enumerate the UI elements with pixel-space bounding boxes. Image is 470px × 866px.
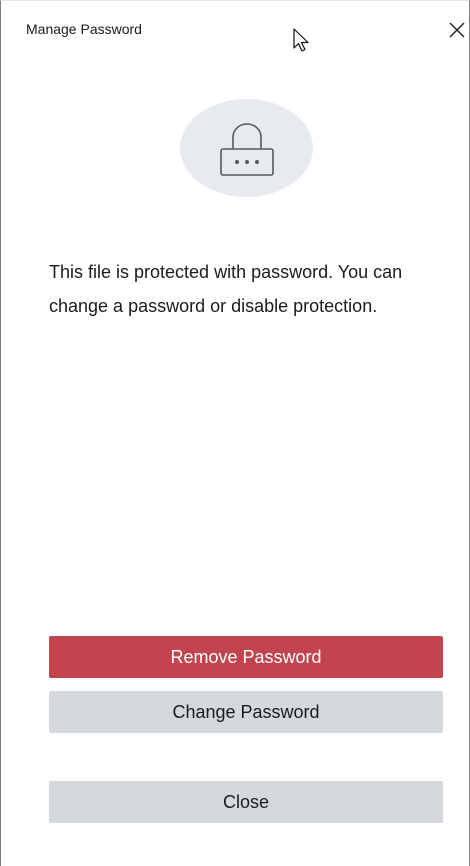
lock-icon-badge	[180, 99, 313, 197]
remove-password-button[interactable]: Remove Password	[49, 636, 443, 678]
manage-password-dialog: Manage Password This file is protected w…	[0, 0, 470, 866]
protection-message: This file is protected with password. Yo…	[49, 262, 403, 316]
dialog-title: Manage Password	[26, 21, 142, 37]
lock-icon	[220, 123, 274, 176]
close-button[interactable]: Close	[49, 781, 443, 823]
mouse-pointer-icon	[293, 28, 311, 54]
change-password-button[interactable]: Change Password	[49, 691, 443, 733]
close-icon[interactable]	[447, 21, 467, 41]
